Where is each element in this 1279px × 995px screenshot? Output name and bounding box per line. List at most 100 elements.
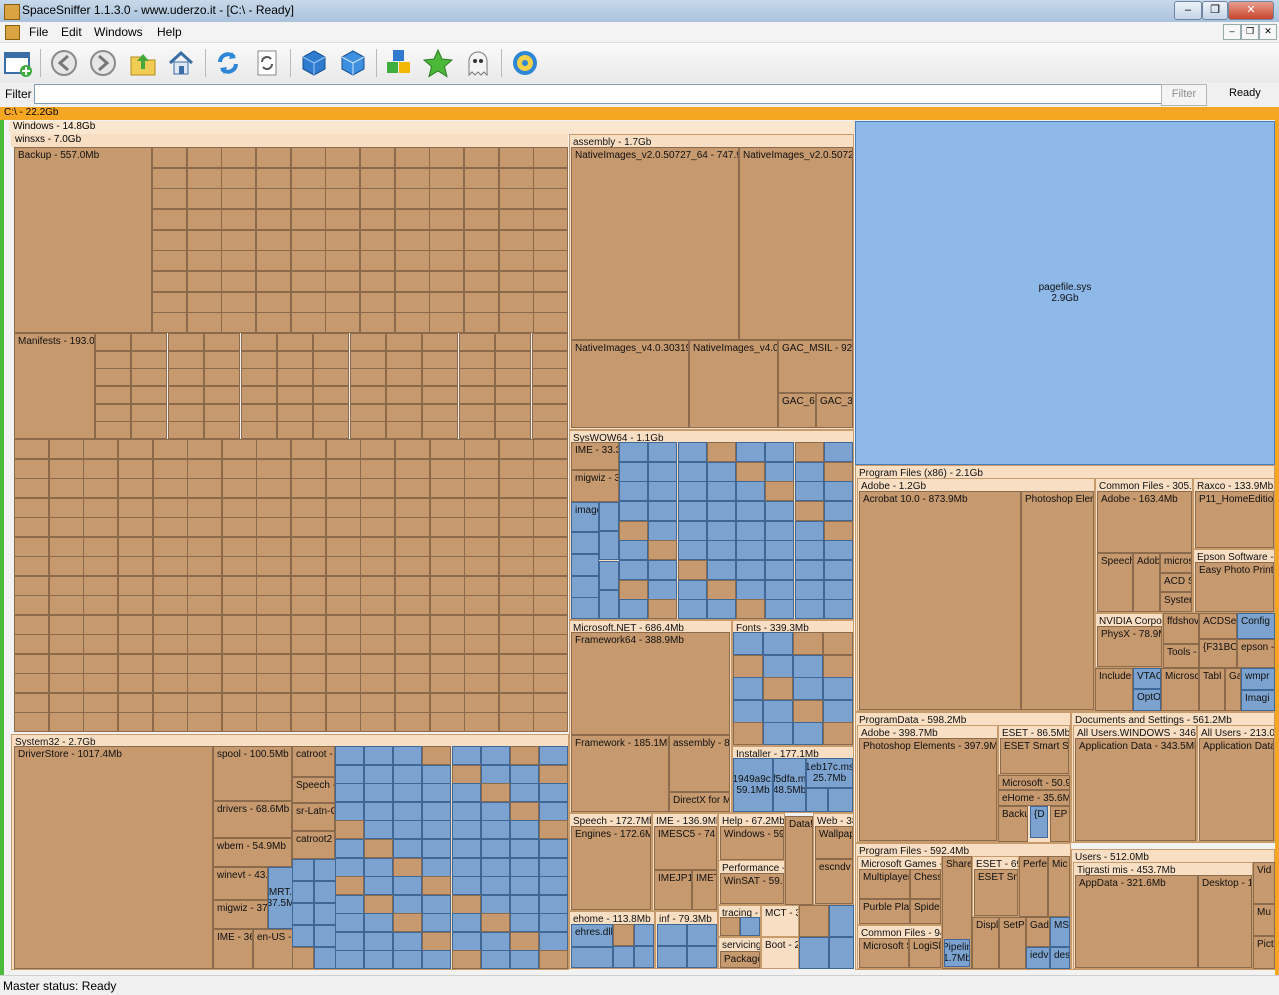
folder-tile[interactable] xyxy=(510,802,539,821)
folder-tile[interactable] xyxy=(95,333,131,351)
folder-tile[interactable] xyxy=(326,576,361,596)
folder-tile[interactable] xyxy=(313,351,349,369)
folder-tile[interactable]: Backu xyxy=(998,806,1028,842)
folder-tile[interactable] xyxy=(452,950,481,969)
file-tile[interactable] xyxy=(678,540,707,560)
folder-tile[interactable] xyxy=(49,556,84,576)
folder-tile[interactable]: Vid xyxy=(1253,862,1275,904)
folder-tile[interactable] xyxy=(49,517,84,537)
folder-tile[interactable] xyxy=(153,634,188,654)
file-tile[interactable] xyxy=(678,481,707,501)
folder-tile[interactable] xyxy=(256,537,291,557)
folder-tile[interactable] xyxy=(395,168,430,189)
folder-tile[interactable] xyxy=(429,292,464,313)
folder-tile[interactable] xyxy=(823,655,853,678)
folder-tile[interactable]: WinSAT - 59.7 xyxy=(720,873,784,904)
folder-tile[interactable] xyxy=(256,271,291,292)
folder-tile[interactable] xyxy=(222,459,257,479)
folder-tile[interactable] xyxy=(291,595,326,615)
folder-tile[interactable]: Acrobat 10.0 - 873.9Mb xyxy=(859,491,1021,710)
file-tile[interactable] xyxy=(422,820,451,839)
folder-tile[interactable] xyxy=(395,615,430,635)
file-tile[interactable] xyxy=(314,859,336,881)
folder-tile[interactable] xyxy=(222,556,257,576)
rescan-icon[interactable] xyxy=(251,47,283,79)
folder-tile[interactable] xyxy=(464,188,499,209)
file-tile[interactable] xyxy=(599,531,619,560)
folder-tile[interactable] xyxy=(187,693,222,713)
folder-tile[interactable] xyxy=(256,209,291,230)
folder-tile[interactable] xyxy=(83,693,118,713)
file-tile[interactable] xyxy=(678,521,707,541)
file-tile[interactable]: f5dfa.m 48.5Mb xyxy=(773,758,806,812)
folder-tile[interactable] xyxy=(360,537,395,557)
folder-tile[interactable] xyxy=(152,188,187,209)
folder-tile[interactable] xyxy=(533,478,568,498)
file-tile[interactable] xyxy=(824,599,853,619)
folder-tile[interactable] xyxy=(187,478,222,498)
file-tile[interactable]: iedv xyxy=(1026,947,1050,969)
folder-tile[interactable] xyxy=(83,576,118,596)
file-tile[interactable] xyxy=(824,560,853,580)
file-tile[interactable] xyxy=(648,442,677,462)
file-tile[interactable] xyxy=(571,576,599,598)
file-tile[interactable] xyxy=(740,917,760,936)
file-tile[interactable] xyxy=(481,876,510,895)
file-tile[interactable] xyxy=(599,502,619,531)
folder-tile[interactable] xyxy=(533,459,568,479)
folder-tile[interactable] xyxy=(499,478,534,498)
folder-tile[interactable] xyxy=(430,595,465,615)
file-tile[interactable] xyxy=(806,788,828,812)
folder-tile[interactable] xyxy=(429,271,464,292)
folder-tile[interactable] xyxy=(360,292,395,313)
folder-tile[interactable] xyxy=(291,712,326,732)
folder-tile[interactable]: Application Data - 343.5Mb xyxy=(1075,738,1196,841)
folder-tile[interactable] xyxy=(187,712,222,732)
folder-tile[interactable] xyxy=(153,595,188,615)
folder-tile[interactable] xyxy=(422,368,458,386)
folder-tile[interactable] xyxy=(360,459,395,479)
folder-tile[interactable] xyxy=(823,632,853,655)
folder-tile[interactable]: AppData - 321.6Mb xyxy=(1075,875,1198,968)
folder-tile[interactable]: Framework - 185.1Mb xyxy=(571,735,669,812)
file-tile[interactable] xyxy=(599,561,619,590)
folder-tile[interactable] xyxy=(292,947,314,969)
folder-tile[interactable] xyxy=(499,673,534,693)
folder-tile[interactable] xyxy=(49,654,84,674)
folder-tile[interactable] xyxy=(153,459,188,479)
file-tile[interactable] xyxy=(619,481,648,501)
folder-tile[interactable] xyxy=(499,168,534,189)
folder-tile[interactable] xyxy=(222,498,257,518)
file-tile[interactable]: des xyxy=(1050,947,1070,969)
file-tile[interactable] xyxy=(510,895,539,914)
folder-tile[interactable] xyxy=(736,599,765,619)
folder-tile[interactable] xyxy=(152,168,187,189)
file-tile[interactable] xyxy=(824,501,853,521)
folder-tile[interactable] xyxy=(256,595,291,615)
folder-tile[interactable] xyxy=(241,404,277,422)
folder-tile[interactable] xyxy=(539,950,568,969)
file-tile[interactable] xyxy=(452,876,481,895)
file-tile[interactable]: Imagi xyxy=(1241,690,1275,711)
folder-tile[interactable] xyxy=(291,250,326,271)
folder-tile[interactable] xyxy=(360,595,395,615)
file-tile[interactable] xyxy=(422,802,451,821)
folder-tile[interactable] xyxy=(360,439,395,459)
folder-tile[interactable] xyxy=(533,517,568,537)
folder-tile[interactable] xyxy=(313,404,349,422)
folder-tile[interactable] xyxy=(291,478,326,498)
folder-tile[interactable]: Pict xyxy=(1253,936,1275,969)
folder-tile[interactable] xyxy=(313,368,349,386)
folder-tile[interactable] xyxy=(648,540,677,560)
folder-tile[interactable] xyxy=(187,556,222,576)
folder-tile[interactable] xyxy=(291,271,326,292)
folder-tile[interactable] xyxy=(83,439,118,459)
folder-tile[interactable] xyxy=(481,913,510,932)
folder-tile[interactable] xyxy=(422,333,458,351)
file-tile[interactable] xyxy=(510,820,539,839)
folder-tile[interactable] xyxy=(83,712,118,732)
folder-tile[interactable]: spool - 100.5Mb xyxy=(213,746,292,801)
folder-tile[interactable] xyxy=(326,537,361,557)
folder-tile[interactable] xyxy=(499,712,534,732)
file-tile[interactable] xyxy=(678,599,707,619)
